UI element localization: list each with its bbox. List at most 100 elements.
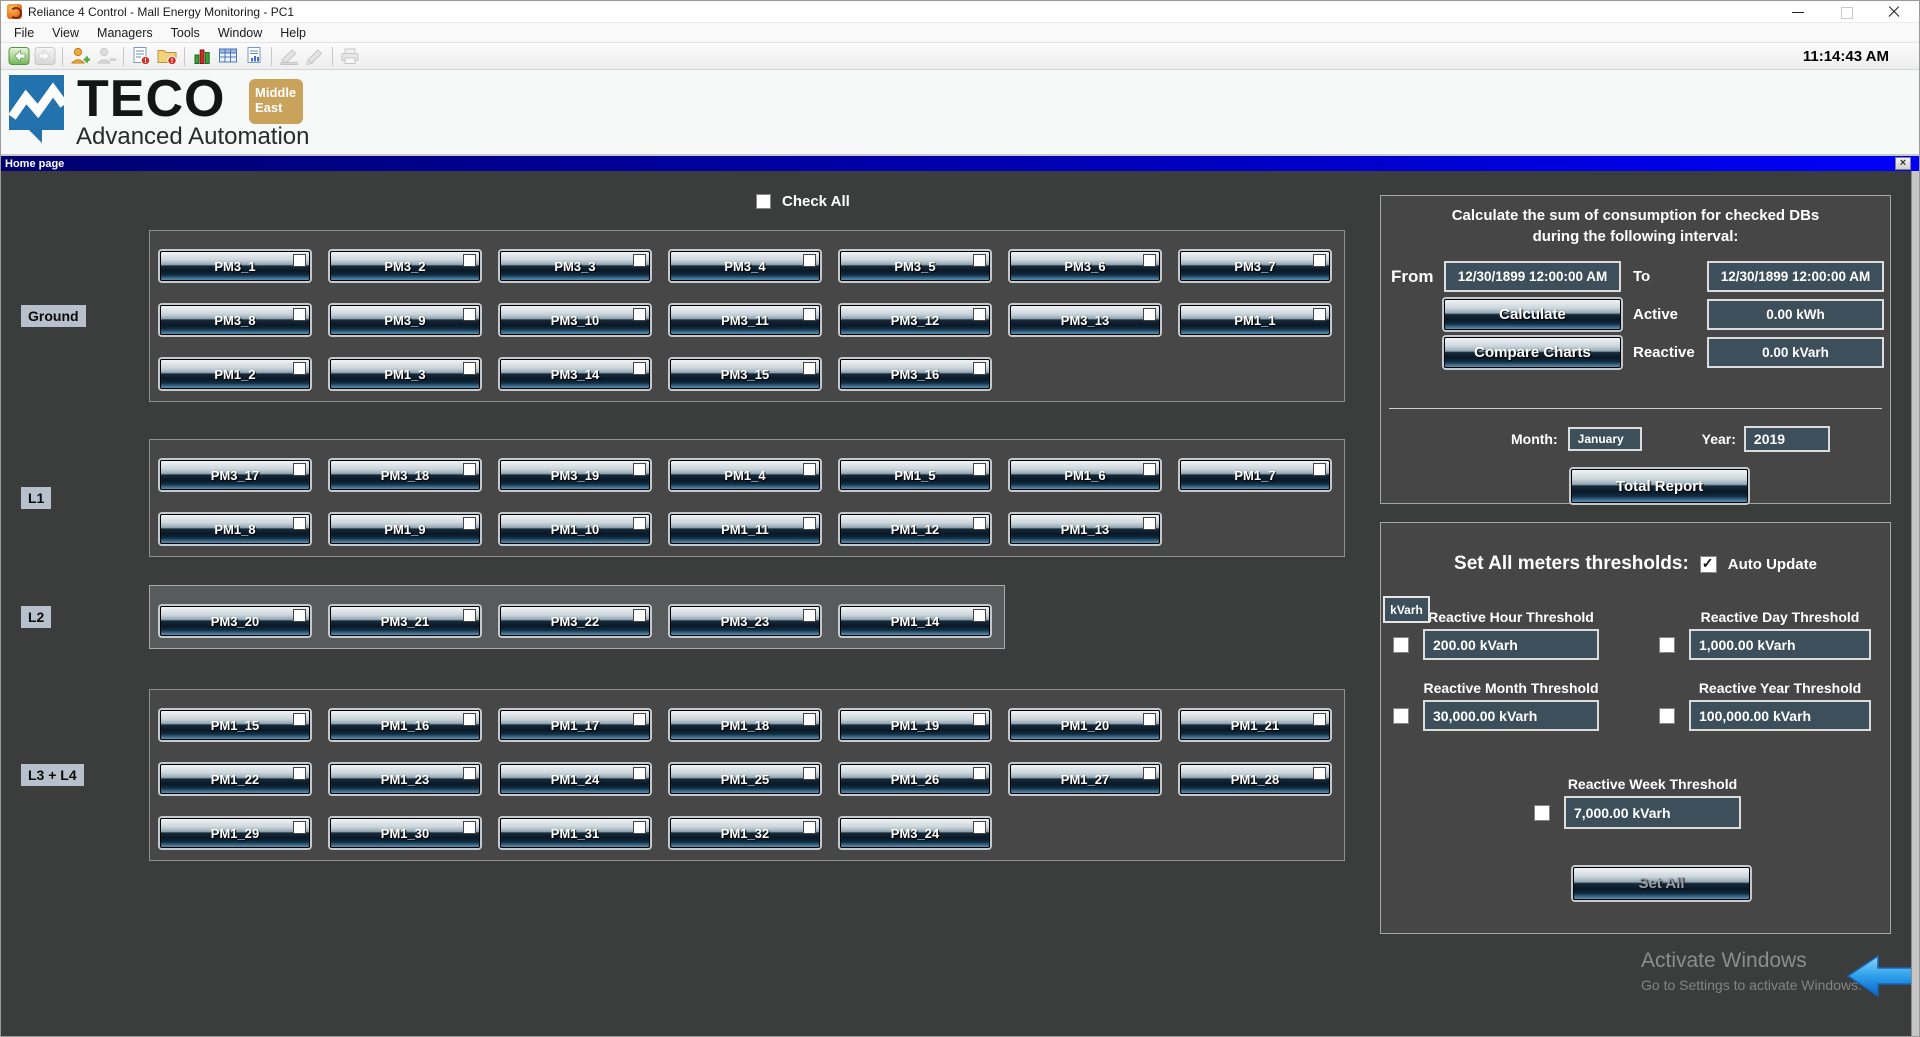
meter-checkbox[interactable] (633, 767, 646, 780)
meter-button-PM1_28[interactable]: PM1_28 (1180, 764, 1330, 794)
meter-button-PM1_19[interactable]: PM1_19 (840, 710, 990, 740)
menu-help[interactable]: Help (271, 24, 315, 42)
folder-alarm-icon[interactable]: ! (154, 45, 180, 68)
meter-checkbox[interactable] (633, 362, 646, 375)
meter-button-PM1_18[interactable]: PM1_18 (670, 710, 820, 740)
meter-checkbox[interactable] (1143, 767, 1156, 780)
hour-threshold-checkbox[interactable] (1393, 637, 1409, 653)
meter-button-PM1_4[interactable]: PM1_4 (670, 460, 820, 490)
meter-button-PM3_20[interactable]: PM3_20 (160, 606, 310, 636)
calculate-button[interactable]: Calculate (1444, 299, 1621, 330)
meter-button-PM1_17[interactable]: PM1_17 (500, 710, 650, 740)
meter-checkbox[interactable] (293, 362, 306, 375)
meter-button-PM1_11[interactable]: PM1_11 (670, 514, 820, 544)
menu-tools[interactable]: Tools (162, 24, 209, 42)
data-table-icon[interactable] (215, 45, 241, 68)
meter-checkbox[interactable] (293, 308, 306, 321)
meter-checkbox[interactable] (463, 517, 476, 530)
meter-button-PM1_15[interactable]: PM1_15 (160, 710, 310, 740)
day-threshold-field[interactable]: 1,000.00 kVarh (1689, 629, 1871, 660)
meter-checkbox[interactable] (293, 517, 306, 530)
meter-button-PM3_13[interactable]: PM3_13 (1010, 305, 1160, 335)
meter-button-PM1_21[interactable]: PM1_21 (1180, 710, 1330, 740)
minimize-button[interactable] (1789, 4, 1807, 20)
meter-checkbox[interactable] (1143, 308, 1156, 321)
total-report-button[interactable]: Total Report (1571, 469, 1748, 503)
meter-checkbox[interactable] (973, 767, 986, 780)
meter-checkbox[interactable] (1143, 517, 1156, 530)
meter-checkbox[interactable] (1143, 463, 1156, 476)
meter-button-PM1_20[interactable]: PM1_20 (1010, 710, 1160, 740)
meter-checkbox[interactable] (293, 767, 306, 780)
to-datetime-field[interactable]: 12/30/1899 12:00:00 AM (1707, 261, 1884, 292)
meter-button-PM1_24[interactable]: PM1_24 (500, 764, 650, 794)
meter-checkbox[interactable] (803, 767, 816, 780)
report-icon[interactable] (241, 45, 267, 68)
meter-checkbox[interactable] (973, 713, 986, 726)
meter-button-PM3_2[interactable]: PM3_2 (330, 251, 480, 281)
meter-button-PM3_21[interactable]: PM3_21 (330, 606, 480, 636)
add-user-icon[interactable] (67, 45, 93, 68)
meter-button-PM1_27[interactable]: PM1_27 (1010, 764, 1160, 794)
meter-button-PM3_7[interactable]: PM3_7 (1180, 251, 1330, 281)
meter-button-PM3_17[interactable]: PM3_17 (160, 460, 310, 490)
meter-checkbox[interactable] (1313, 767, 1326, 780)
compare-charts-button[interactable]: Compare Charts (1444, 337, 1621, 368)
meter-checkbox[interactable] (803, 609, 816, 622)
meter-button-PM1_2[interactable]: PM1_2 (160, 359, 310, 389)
meter-button-PM3_11[interactable]: PM3_11 (670, 305, 820, 335)
meter-checkbox[interactable] (973, 308, 986, 321)
meter-button-PM3_8[interactable]: PM3_8 (160, 305, 310, 335)
hour-threshold-field[interactable]: 200.00 kVarh (1423, 629, 1599, 660)
meter-button-PM3_6[interactable]: PM3_6 (1010, 251, 1160, 281)
meter-checkbox[interactable] (293, 821, 306, 834)
meter-button-PM1_26[interactable]: PM1_26 (840, 764, 990, 794)
meter-checkbox[interactable] (633, 713, 646, 726)
meter-checkbox[interactable] (803, 308, 816, 321)
meter-button-PM1_1[interactable]: PM1_1 (1180, 305, 1330, 335)
meter-button-PM3_10[interactable]: PM3_10 (500, 305, 650, 335)
meter-checkbox[interactable] (803, 821, 816, 834)
meter-checkbox[interactable] (463, 767, 476, 780)
meter-button-PM1_14[interactable]: PM1_14 (840, 606, 990, 636)
meter-checkbox[interactable] (803, 713, 816, 726)
meter-button-PM3_19[interactable]: PM3_19 (500, 460, 650, 490)
meter-button-PM1_12[interactable]: PM1_12 (840, 514, 990, 544)
year-threshold-field[interactable]: 100,000.00 kVarh (1689, 700, 1871, 731)
meter-button-PM3_15[interactable]: PM3_15 (670, 359, 820, 389)
meter-button-PM3_16[interactable]: PM3_16 (840, 359, 990, 389)
meter-button-PM1_8[interactable]: PM1_8 (160, 514, 310, 544)
close-button[interactable] (1885, 4, 1903, 20)
meter-checkbox[interactable] (633, 821, 646, 834)
meter-checkbox[interactable] (973, 254, 986, 267)
meter-button-PM3_4[interactable]: PM3_4 (670, 251, 820, 281)
meter-checkbox[interactable] (803, 517, 816, 530)
meter-button-PM1_3[interactable]: PM1_3 (330, 359, 480, 389)
meter-checkbox[interactable] (633, 308, 646, 321)
meter-checkbox[interactable] (1313, 463, 1326, 476)
meter-button-PM1_32[interactable]: PM1_32 (670, 818, 820, 848)
meter-button-PM1_5[interactable]: PM1_5 (840, 460, 990, 490)
meter-checkbox[interactable] (463, 254, 476, 267)
meter-checkbox[interactable] (463, 821, 476, 834)
meter-button-PM3_23[interactable]: PM3_23 (670, 606, 820, 636)
meter-checkbox[interactable] (1313, 308, 1326, 321)
meter-button-PM3_22[interactable]: PM3_22 (500, 606, 650, 636)
meter-checkbox[interactable] (803, 254, 816, 267)
week-threshold-field[interactable]: 7,000.00 kVarh (1564, 796, 1741, 829)
meter-button-PM1_30[interactable]: PM1_30 (330, 818, 480, 848)
menu-view[interactable]: View (43, 24, 88, 42)
auto-update-checkbox[interactable] (1700, 556, 1717, 573)
set-all-button[interactable]: Set All (1573, 867, 1750, 900)
bar-chart-icon[interactable] (189, 45, 215, 68)
meter-checkbox[interactable] (1313, 713, 1326, 726)
check-all-checkbox[interactable] (756, 194, 771, 209)
meter-checkbox[interactable] (633, 609, 646, 622)
meter-checkbox[interactable] (633, 517, 646, 530)
menu-window[interactable]: Window (209, 24, 271, 42)
meter-checkbox[interactable] (463, 463, 476, 476)
meter-checkbox[interactable] (973, 821, 986, 834)
meter-button-PM3_18[interactable]: PM3_18 (330, 460, 480, 490)
back-icon[interactable] (6, 45, 32, 68)
meter-button-PM1_25[interactable]: PM1_25 (670, 764, 820, 794)
